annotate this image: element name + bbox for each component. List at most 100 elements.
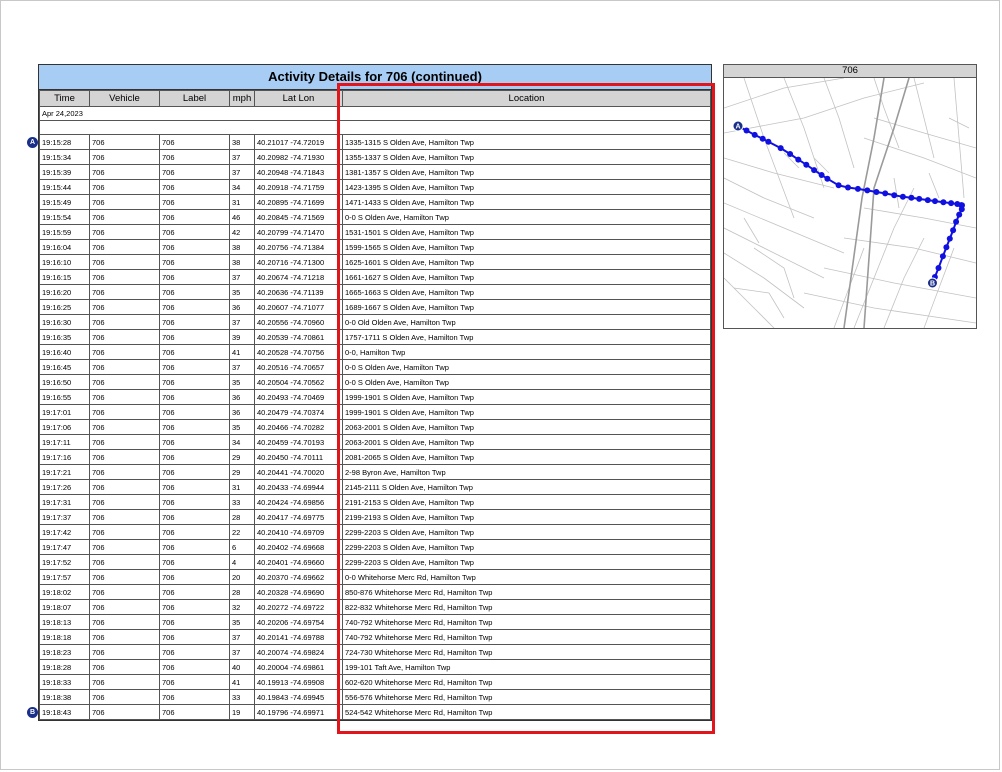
cell-time: 19:15:54 (39, 209, 90, 225)
cell-latlon: 40.20895 -74.71699 (254, 194, 343, 210)
cell-label: 706 (159, 299, 230, 315)
cell-mph: 31 (229, 194, 255, 210)
cell-time: 19:18:07 (39, 599, 90, 615)
table-row: 19:18:07 706 706 32 40.20272 -74.69722 822-83… (39, 599, 711, 615)
cell-latlon: 40.20528 -74.70756 (254, 344, 343, 360)
cell-label: 706 (159, 449, 230, 465)
cell-latlon: 40.20948 -74.71843 (254, 164, 343, 180)
cell-mph: 36 (229, 404, 255, 420)
cell-latlon: 40.20206 -74.69754 (254, 614, 343, 630)
cell-label: 706 (159, 434, 230, 450)
cell-vehicle: 706 (89, 599, 160, 615)
cell-mph: 29 (229, 464, 255, 480)
cell-vehicle: 706 (89, 224, 160, 240)
cell-latlon: 40.20636 -74.71139 (254, 284, 343, 300)
cell-latlon: 40.20504 -74.70562 (254, 374, 343, 390)
cell-mph: 35 (229, 284, 255, 300)
cell-time: 19:16:35 (39, 329, 90, 345)
cell-vehicle: 706 (89, 239, 160, 255)
cell-location: 1999-1901 S Olden Ave, Hamilton Twp (342, 404, 711, 420)
cell-location: 1757-1711 S Olden Ave, Hamilton Twp (342, 329, 711, 345)
cell-location: 0-0, Hamilton Twp (342, 344, 711, 360)
cell-mph: 41 (229, 344, 255, 360)
cell-vehicle: 706 (89, 674, 160, 690)
table-row: 19:17:57 706 706 20 40.20370 -74.69662 0-0 Wh… (39, 569, 711, 585)
cell-latlon: 40.20441 -74.70020 (254, 464, 343, 480)
cell-latlon: 40.19796 -74.69971 (254, 704, 343, 720)
cell-time: 19:17:26 (39, 479, 90, 495)
cell-latlon: 40.20516 -74.70657 (254, 359, 343, 375)
cell-location: 0-0 S Olden Ave, Hamilton Twp (342, 374, 711, 390)
cell-label: 706 (159, 209, 230, 225)
cell-latlon: 40.20845 -74.71569 (254, 209, 343, 225)
route-point (751, 131, 758, 138)
cell-vehicle: 706 (89, 539, 160, 555)
route-point (948, 200, 955, 207)
cell-latlon: 40.20402 -74.69668 (254, 539, 343, 555)
cell-mph: 38 (229, 254, 255, 270)
route-point (818, 172, 825, 178)
table-row: 19:18:23 706 706 37 40.20074 -74.69824 724-73… (39, 644, 711, 660)
cell-mph: 22 (229, 524, 255, 540)
route-point (795, 156, 802, 163)
table-row: 19:17:01 706 706 36 40.20479 -74.70374 1999-1… (39, 404, 711, 420)
cell-time: 19:16:30 (39, 314, 90, 330)
cell-vehicle: 706 (89, 614, 160, 630)
cell-latlon: 40.19913 -74.69908 (254, 674, 343, 690)
cell-label: 706 (159, 254, 230, 270)
cell-label: 706 (159, 329, 230, 345)
cell-time: 19:18:18 (39, 629, 90, 645)
end-marker-icon: B (27, 706, 38, 718)
column-header-label: Label (159, 90, 230, 107)
cell-latlon: 40.20466 -74.70282 (254, 419, 343, 435)
cell-mph: 36 (229, 389, 255, 405)
cell-label: 706 (159, 134, 230, 150)
cell-vehicle: 706 (89, 494, 160, 510)
cell-location: 602-620 Whitehorse Merc Rd, Hamilton Twp (342, 674, 711, 690)
column-header-mph: mph (229, 90, 255, 107)
cell-latlon: 40.20417 -74.69775 (254, 509, 343, 525)
cell-label: 706 (159, 374, 230, 390)
cell-time: 19:15:59 (39, 224, 90, 240)
cell-mph: 37 (229, 164, 255, 180)
cell-time: 19:16:15 (39, 269, 90, 285)
table-row: 19:17:52 706 706 4 40.20401 -74.69660 2299-22… (39, 554, 711, 570)
table-row: 19:18:33 706 706 41 40.19913 -74.69908 602-62… (39, 674, 711, 690)
route-point (956, 211, 963, 218)
cell-latlon: 40.20370 -74.69662 (254, 569, 343, 585)
cell-mph: 4 (229, 554, 255, 570)
cell-vehicle: 706 (89, 314, 160, 330)
cell-mph: 33 (229, 494, 255, 510)
cell-location: 1999-1901 S Olden Ave, Hamilton Twp (342, 389, 711, 405)
cell-location: 1661-1627 S Olden Ave, Hamilton Twp (342, 269, 711, 285)
cell-vehicle: 706 (89, 284, 160, 300)
cell-location: 1335-1315 S Olden Ave, Hamilton Twp (342, 134, 711, 150)
cell-vehicle: 706 (89, 449, 160, 465)
cell-time: 19:16:55 (39, 389, 90, 405)
cell-mph: 20 (229, 569, 255, 585)
cell-location: 2063-2001 S Olden Ave, Hamilton Twp (342, 419, 711, 435)
cell-location: 1665-1663 S Olden Ave, Hamilton Twp (342, 284, 711, 300)
cell-label: 706 (159, 284, 230, 300)
cell-vehicle: 706 (89, 359, 160, 375)
cell-latlon: 40.19843 -74.69945 (254, 689, 343, 705)
cell-location: 0-0 Whitehorse Merc Rd, Hamilton Twp (342, 569, 711, 585)
street-grid (724, 78, 976, 328)
route-point (854, 185, 861, 192)
cell-label: 706 (159, 704, 230, 720)
route-map[interactable]: AB (724, 78, 976, 328)
cell-mph: 28 (229, 584, 255, 600)
cell-label: 706 (159, 659, 230, 675)
route-point (777, 145, 784, 152)
cell-time: 19:15:39 (39, 164, 90, 180)
cell-latlon: 40.20450 -74.70111 (254, 449, 343, 465)
cell-vehicle: 706 (89, 149, 160, 165)
cell-location: 2299-2203 S Olden Ave, Hamilton Twp (342, 554, 711, 570)
table-row: 19:16:40 706 706 41 40.20528 -74.70756 0-0, H… (39, 344, 711, 360)
cell-mph: 40 (229, 659, 255, 675)
table-row: 19:16:55 706 706 36 40.20493 -74.70469 1999-1… (39, 389, 711, 405)
table-row: 19:17:37 706 706 28 40.20417 -74.69775 2199-2… (39, 509, 711, 525)
cell-time: 19:15:34 (39, 149, 90, 165)
cell-latlon: 40.20401 -74.69660 (254, 554, 343, 570)
table-row: 19:15:54 706 706 46 40.20845 -74.71569 0-0 S … (39, 209, 711, 225)
